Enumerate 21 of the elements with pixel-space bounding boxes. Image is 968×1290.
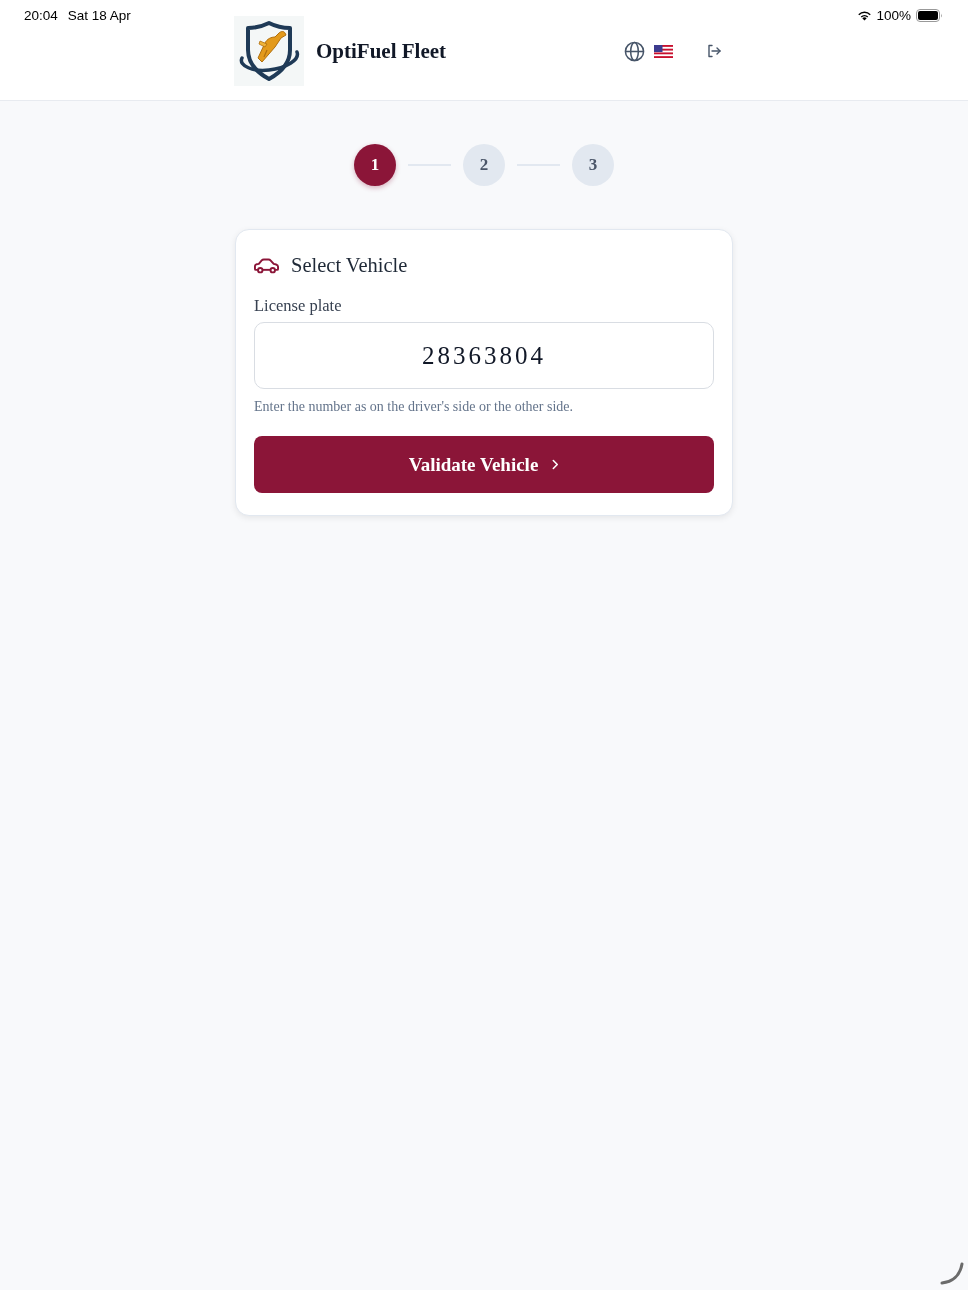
corner-arc-icon	[940, 1262, 964, 1285]
car-icon	[254, 257, 279, 274]
validate-vehicle-button[interactable]: Validate Vehicle	[254, 436, 714, 493]
license-plate-field[interactable]: 28363804	[254, 322, 714, 389]
app-title: OptiFuel Fleet	[316, 38, 447, 64]
shield-logo-icon	[234, 16, 304, 86]
status-time: 20:04	[24, 7, 58, 23]
battery-icon	[916, 8, 943, 22]
wifi-icon	[857, 9, 873, 21]
step-indicator: 3	[572, 144, 614, 186]
logout-icon[interactable]	[707, 44, 721, 58]
card-title: Select Vehicle	[291, 254, 408, 277]
battery-percentage: 100%	[876, 7, 911, 23]
status-date: Sat 18 Apr	[67, 7, 131, 23]
field-hint: Enter the number as on the driver's side or the other side.	[254, 399, 574, 415]
chevron-right-icon	[552, 459, 560, 470]
flag-icon[interactable]	[654, 44, 673, 58]
step-indicator: 2	[463, 144, 505, 186]
step-indicator: 1	[354, 144, 396, 186]
field-label: License plate	[254, 296, 343, 316]
globe-icon[interactable]	[624, 40, 645, 62]
